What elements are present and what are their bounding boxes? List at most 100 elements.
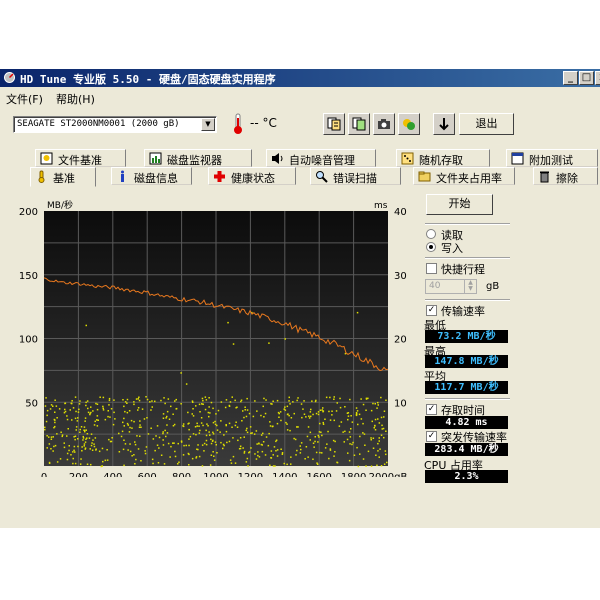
access-time-point bbox=[383, 410, 386, 412]
access-time-point bbox=[276, 455, 279, 457]
menu-file[interactable]: 文件(F) bbox=[6, 91, 43, 107]
access-time-point bbox=[120, 435, 123, 438]
access-time-point bbox=[281, 453, 284, 455]
drive-select[interactable]: SEAGATE ST2000NM0001 (2000 gB) ▼ bbox=[13, 116, 217, 133]
write-radio[interactable] bbox=[426, 242, 436, 252]
access-time-point bbox=[312, 442, 315, 444]
access-time-point bbox=[53, 418, 56, 421]
access-time-point bbox=[249, 426, 252, 428]
access-time-point bbox=[146, 417, 148, 419]
access-time-point bbox=[79, 431, 81, 433]
access-time-point bbox=[313, 446, 315, 448]
access-time-point bbox=[123, 425, 125, 427]
minimize-button[interactable]: _ bbox=[563, 71, 578, 85]
menu-help[interactable]: 帮助(H) bbox=[56, 91, 95, 107]
access-time-point bbox=[183, 444, 185, 447]
chevron-down-icon[interactable]: ▼ bbox=[201, 118, 215, 131]
access-time-point bbox=[140, 460, 142, 462]
tab-folder-usage[interactable]: 文件夹占用率 bbox=[413, 167, 515, 185]
y-right-tick-label: 20 bbox=[394, 335, 407, 346]
tab-random-access[interactable]: 随机存取 bbox=[396, 149, 490, 167]
access-time-point bbox=[122, 448, 125, 451]
access-time-point bbox=[52, 450, 54, 452]
access-time-point bbox=[321, 434, 323, 437]
access-time-point bbox=[146, 398, 149, 401]
burst-rate-checkbox[interactable]: ✓ bbox=[426, 431, 437, 442]
access-time-point bbox=[72, 462, 74, 465]
access-time-point bbox=[80, 426, 83, 428]
access-time-checkbox[interactable]: ✓ bbox=[426, 404, 437, 415]
access-time-point bbox=[98, 450, 101, 453]
access-time-point bbox=[175, 398, 177, 401]
read-radio[interactable] bbox=[426, 229, 436, 239]
access-time-point bbox=[234, 462, 237, 464]
quick-stroke-checkbox[interactable] bbox=[426, 263, 437, 274]
x-tick-label: 200 bbox=[69, 472, 88, 477]
access-time-point bbox=[56, 433, 58, 435]
transfer-rate-checkbox[interactable]: ✓ bbox=[426, 305, 437, 316]
access-time-point bbox=[214, 441, 217, 443]
access-time-point bbox=[363, 433, 366, 435]
access-time-point bbox=[216, 429, 219, 431]
access-time-point bbox=[55, 405, 58, 407]
start-button[interactable]: 开始 bbox=[426, 194, 493, 215]
access-time-point bbox=[163, 463, 166, 465]
maximize-button[interactable]: □ bbox=[579, 71, 594, 85]
magnifier-icon bbox=[316, 171, 328, 183]
access-time-point bbox=[317, 441, 319, 443]
access-time-point bbox=[385, 399, 387, 401]
access-time-point bbox=[370, 465, 373, 467]
access-time-point bbox=[178, 461, 180, 463]
app-icon bbox=[4, 72, 15, 83]
disk-monitor-icon bbox=[149, 152, 162, 165]
close-button[interactable]: x bbox=[595, 71, 600, 85]
copy-screenshot-button[interactable] bbox=[348, 113, 370, 135]
access-time-point bbox=[66, 435, 68, 437]
access-time-point bbox=[318, 436, 320, 438]
access-time-point bbox=[204, 408, 207, 411]
access-time-point bbox=[122, 421, 124, 424]
tab-benchmark[interactable]: 基准 bbox=[30, 167, 96, 187]
access-time-point bbox=[327, 430, 329, 433]
access-time-point bbox=[286, 413, 289, 416]
access-time-point bbox=[209, 434, 211, 436]
tab-health[interactable]: 健康状态 bbox=[208, 167, 296, 185]
quick-stroke-spinner[interactable]: 40 ▲ ▼ bbox=[425, 279, 477, 294]
access-time-point bbox=[129, 450, 132, 453]
access-time-point bbox=[296, 399, 298, 402]
tab-extra-tests[interactable]: 附加测试 bbox=[506, 149, 598, 167]
access-time-point bbox=[374, 403, 376, 405]
access-time-point bbox=[49, 408, 52, 410]
health-button[interactable] bbox=[398, 113, 420, 135]
download-button[interactable] bbox=[433, 113, 455, 135]
access-time-point bbox=[378, 440, 380, 442]
access-time-point bbox=[242, 447, 244, 449]
screenshot-button[interactable] bbox=[373, 113, 395, 135]
access-time-point bbox=[303, 400, 305, 402]
access-time-point bbox=[225, 399, 228, 401]
access-time-point bbox=[329, 396, 331, 399]
access-time-point bbox=[208, 406, 210, 408]
access-time-point bbox=[220, 401, 223, 403]
tab-erase[interactable]: 擦除 bbox=[533, 167, 598, 185]
access-time-point bbox=[188, 444, 190, 447]
title-bar[interactable]: HD Tune 专业版 5.50 - 硬盘/固态硬盘实用程序 _ □ x bbox=[0, 69, 600, 87]
tab-file-benchmark[interactable]: 文件基准 bbox=[35, 149, 126, 167]
access-time-point bbox=[64, 408, 66, 411]
access-time-point bbox=[75, 429, 77, 431]
tab-error-scan[interactable]: 错误扫描 bbox=[310, 167, 401, 185]
access-time-point bbox=[211, 440, 214, 442]
access-time-point bbox=[114, 418, 116, 420]
copy-text-button[interactable] bbox=[323, 113, 345, 135]
tab-disk-monitor[interactable]: 磁盘监视器 bbox=[144, 149, 252, 167]
tab-disk-info[interactable]: 磁盘信息 bbox=[111, 167, 192, 185]
tab-noise-management[interactable]: 自动噪音管理 bbox=[266, 149, 376, 167]
access-time-point bbox=[288, 396, 290, 399]
access-time-point bbox=[172, 413, 174, 415]
spinner-arrows-icon[interactable]: ▲ ▼ bbox=[464, 280, 476, 293]
access-time-point bbox=[244, 406, 246, 408]
access-time-point bbox=[203, 450, 205, 452]
write-label: 写入 bbox=[441, 242, 463, 255]
exit-button[interactable]: 退出 bbox=[459, 113, 514, 135]
access-time-point bbox=[123, 417, 125, 420]
